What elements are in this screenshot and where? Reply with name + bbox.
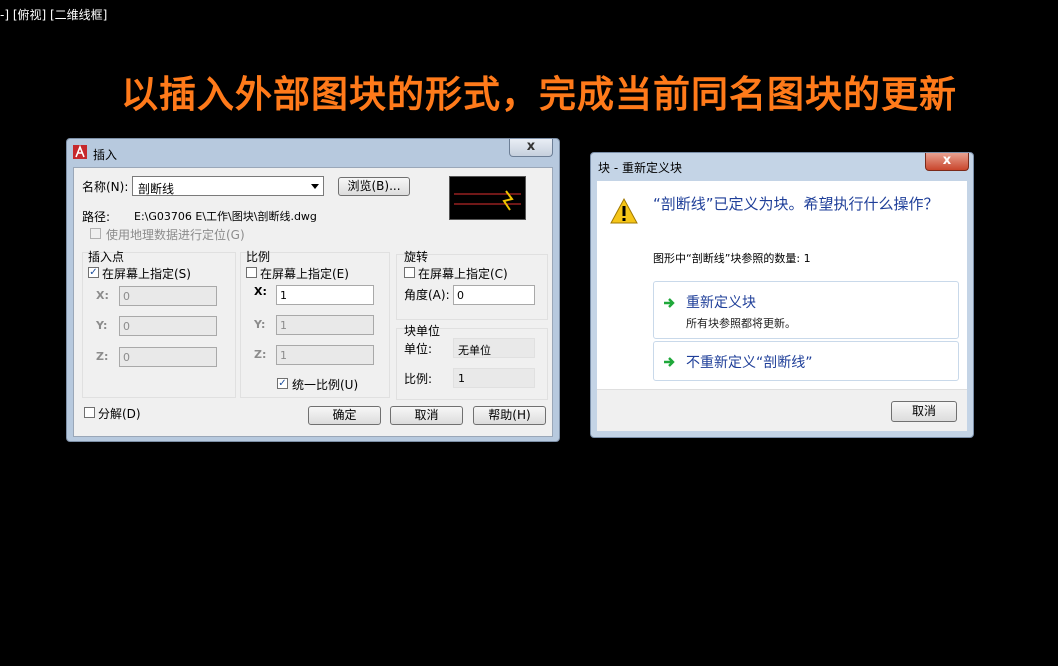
geo-location-checkbox[interactable] — [90, 228, 101, 239]
geo-location-label: 使用地理数据进行定位(G) — [106, 228, 245, 242]
insertion-z-label: Z: — [96, 350, 109, 363]
factor-label: 比例: — [404, 372, 433, 386]
insertion-y-field[interactable]: 0 — [119, 316, 217, 336]
insert-dialog-body: 名称(N): 剖断线 浏览(B)... 路径: E:\G03706 E\工作\图… — [73, 167, 553, 437]
green-arrow-icon — [662, 296, 676, 310]
warning-icon — [609, 197, 639, 225]
unit-label: 单位: — [404, 342, 433, 356]
block-unit-title: 块单位 — [404, 324, 441, 338]
insertion-z-field[interactable]: 0 — [119, 347, 217, 367]
headline-banner: 以插入外部图块的形式，完成当前同名图块的更新 — [121, 73, 957, 116]
redefine-option-desc: 所有块参照都将更新。 — [686, 317, 796, 330]
insertion-y-value: 0 — [123, 320, 130, 333]
insertion-y-label: Y: — [96, 319, 108, 332]
redefine-option-title: 重新定义块 — [686, 295, 756, 311]
path-label: 路径: — [82, 210, 111, 224]
scale-x-value: 1 — [280, 289, 287, 302]
scale-x-label: X: — [254, 285, 267, 298]
redefine-block-dialog: 块 - 重新定义块 x “剖断线”已定义为块。希望执行什么操作？ 图形中“剖断线… — [590, 152, 974, 438]
check-icon: ✓ — [89, 267, 98, 278]
uniform-scale-label: 统一比例(U) — [292, 378, 359, 392]
insert-cancel-button[interactable]: 取消 — [390, 406, 463, 425]
redefine-close-button[interactable]: x — [925, 153, 969, 171]
redefine-dialog-body: “剖断线”已定义为块。希望执行什么操作？ 图形中“剖断线”块参照的数量: 1 重… — [597, 181, 967, 389]
redefine-cancel-button[interactable]: 取消 — [891, 401, 957, 422]
explode-checkbox[interactable] — [84, 407, 95, 418]
angle-value: 0 — [457, 289, 464, 302]
unit-value: 无单位 — [458, 344, 491, 357]
check-icon: ✓ — [278, 378, 287, 389]
autocad-app-icon — [73, 144, 87, 159]
scale-y-field[interactable]: 1 — [276, 315, 374, 335]
browse-button[interactable]: 浏览(B)... — [338, 177, 410, 196]
scale-x-field[interactable]: 1 — [276, 285, 374, 305]
scale-z-label: Z: — [254, 348, 267, 361]
explode-label: 分解(D) — [98, 407, 141, 421]
insert-dialog: 插入 x 名称(N): 剖断线 浏览(B)... 路径: E:\G03706 E… — [66, 138, 560, 442]
rotation-onscreen-checkbox[interactable] — [404, 267, 415, 278]
name-label: 名称(N): — [82, 180, 129, 194]
help-button[interactable]: 帮助(H) — [473, 406, 546, 425]
scale-onscreen-checkbox[interactable] — [246, 267, 257, 278]
block-name-value: 剖断线 — [138, 182, 175, 196]
insertion-z-value: 0 — [123, 351, 130, 364]
scale-z-field[interactable]: 1 — [276, 345, 374, 365]
factor-value: 1 — [458, 372, 465, 385]
do-not-redefine-option[interactable]: 不重新定义“剖断线” — [653, 341, 959, 381]
insertion-x-field[interactable]: 0 — [119, 286, 217, 306]
angle-field[interactable]: 0 — [453, 285, 535, 305]
green-arrow-icon — [662, 355, 676, 369]
scale-y-label: Y: — [254, 318, 266, 331]
redefine-block-option[interactable]: 重新定义块 所有块参照都将更新。 — [653, 281, 959, 339]
uniform-scale-checkbox[interactable]: ✓ — [277, 378, 288, 389]
block-preview — [449, 176, 526, 220]
insertion-x-label: X: — [96, 289, 109, 302]
ok-button[interactable]: 确定 — [308, 406, 381, 425]
path-value: E:\G03706 E\工作\图块\剖断线.dwg — [134, 210, 317, 223]
chevron-down-icon — [311, 184, 319, 189]
insertion-point-title: 插入点 — [88, 250, 125, 264]
reference-count: 图形中“剖断线”块参照的数量: 1 — [653, 252, 811, 265]
angle-label: 角度(A): — [404, 288, 450, 302]
scale-title: 比例 — [246, 250, 271, 264]
viewport-label[interactable]: -] [俯视] [二维线框] — [0, 6, 107, 23]
redefine-question: “剖断线”已定义为块。希望执行什么操作？ — [653, 195, 939, 213]
insert-dialog-title: 插入 — [93, 148, 118, 162]
scale-onscreen-label: 在屏幕上指定(E) — [260, 267, 349, 281]
insert-close-button[interactable]: x — [509, 139, 553, 157]
factor-value-box: 1 — [453, 368, 535, 388]
insertion-onscreen-label: 在屏幕上指定(S) — [102, 267, 191, 281]
redefine-dialog-footer: 取消 — [597, 389, 967, 431]
insertion-x-value: 0 — [123, 290, 130, 303]
block-name-combo[interactable]: 剖断线 — [132, 176, 324, 196]
unit-value-box: 无单位 — [453, 338, 535, 358]
scale-y-value: 1 — [280, 319, 287, 332]
rotation-onscreen-label: 在屏幕上指定(C) — [418, 267, 508, 281]
no-redefine-option-title: 不重新定义“剖断线” — [686, 355, 813, 371]
scale-z-value: 1 — [280, 349, 287, 362]
redefine-dialog-title: 块 - 重新定义块 — [598, 161, 682, 175]
insertion-onscreen-checkbox[interactable]: ✓ — [88, 267, 99, 278]
rotation-title: 旋转 — [404, 250, 429, 264]
